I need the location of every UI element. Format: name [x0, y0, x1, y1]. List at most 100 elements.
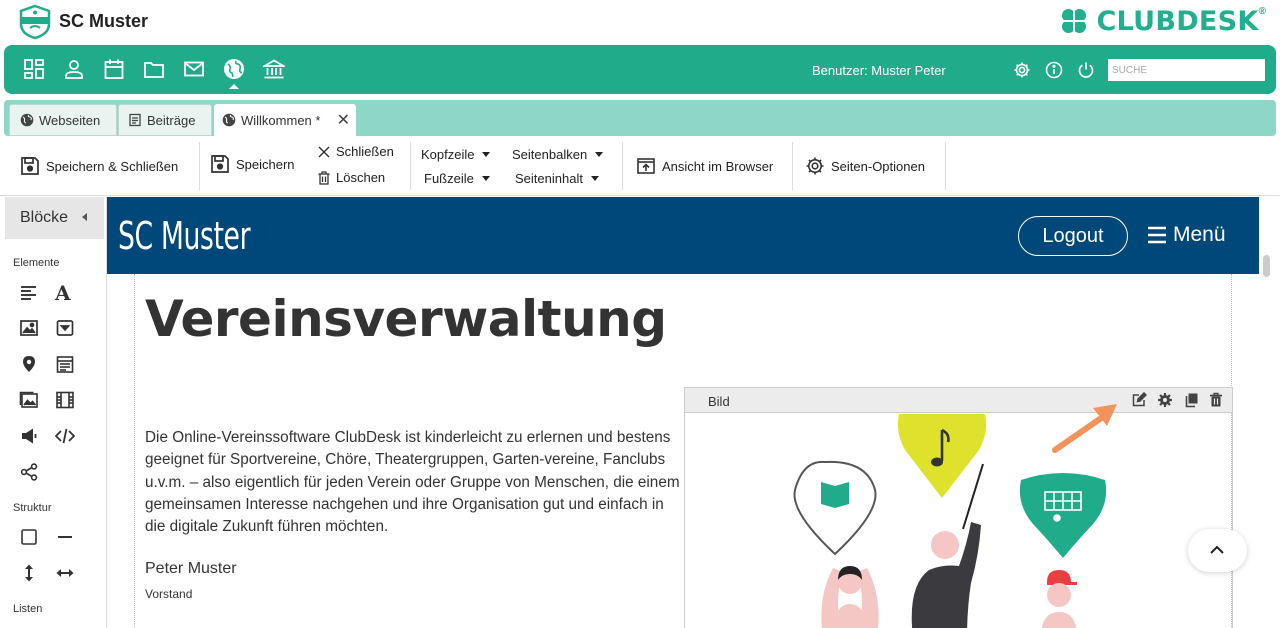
- document-icon: [129, 113, 141, 127]
- external-view-icon: [637, 158, 655, 174]
- page-heading[interactable]: Vereinsverwaltung: [145, 290, 667, 348]
- footer-label: Fußzeile: [424, 171, 474, 186]
- trash-icon[interactable]: [1208, 392, 1224, 408]
- edit-icon[interactable]: [1131, 391, 1148, 408]
- text-align-icon[interactable]: [19, 283, 39, 303]
- dropdown-icon[interactable]: [55, 318, 75, 338]
- sidebar-label: Seitenbalken: [512, 147, 588, 162]
- mail-icon[interactable]: [183, 58, 205, 80]
- share-icon[interactable]: [19, 462, 39, 482]
- delete-button[interactable]: Löschen: [317, 170, 385, 185]
- save-icon: [211, 155, 229, 173]
- hamburger-icon: [1148, 226, 1166, 244]
- horizontal-line-icon[interactable]: [55, 527, 75, 547]
- power-icon[interactable]: [1077, 61, 1095, 79]
- tab-label: Beiträge: [147, 112, 196, 128]
- settings-icon[interactable]: [1157, 392, 1173, 408]
- font-icon[interactable]: A: [55, 281, 75, 305]
- save-icon: [21, 157, 39, 175]
- player-cap: [1047, 570, 1077, 585]
- separator: [945, 142, 946, 190]
- author-role[interactable]: Vorstand: [145, 587, 192, 601]
- page-options-button[interactable]: Seiten-Optionen: [805, 156, 925, 176]
- folder-icon[interactable]: [143, 58, 165, 80]
- page-content-dropdown[interactable]: Seiteninhalt: [515, 171, 599, 186]
- tab-beitraege[interactable]: Beiträge: [118, 104, 212, 136]
- active-indicator: [229, 84, 239, 89]
- logout-button[interactable]: Logout: [1018, 216, 1128, 256]
- save-close-label: Speichern & Schließen: [46, 158, 179, 174]
- box-icon[interactable]: [19, 527, 39, 547]
- image-block-label: Bild: [708, 394, 730, 409]
- code-icon[interactable]: [54, 426, 76, 446]
- image-block[interactable]: Bild: [684, 387, 1233, 628]
- save-button[interactable]: Speichern: [210, 154, 295, 174]
- map-pin-icon[interactable]: [19, 354, 39, 374]
- close-tab-icon[interactable]: ✕: [337, 110, 350, 129]
- search-input[interactable]: [1108, 59, 1265, 81]
- vertical-spacer-icon[interactable]: [19, 563, 39, 583]
- dashboard-icon[interactable]: [23, 58, 45, 80]
- section-elements: Elemente: [13, 257, 60, 269]
- gallery-icon[interactable]: [19, 390, 39, 410]
- collapse-icon[interactable]: [82, 213, 87, 221]
- globe-icon[interactable]: [223, 58, 245, 80]
- tab-willkommen[interactable]: Willkommen * ✕: [214, 104, 356, 136]
- baton: [962, 463, 984, 530]
- tab-webseiten[interactable]: Webseiten: [9, 104, 117, 136]
- user-label: Benutzer: Muster Peter: [812, 63, 946, 78]
- chevron-up-icon: [1210, 545, 1224, 554]
- section-structure: Struktur: [13, 502, 52, 514]
- chevron-down-icon: [590, 176, 599, 181]
- globe-icon: [20, 113, 34, 127]
- scroll-to-top-button[interactable]: [1188, 529, 1247, 572]
- bank-icon[interactable]: [261, 58, 287, 80]
- info-icon[interactable]: [1045, 61, 1063, 79]
- chevron-down-icon: [595, 152, 604, 157]
- image-icon[interactable]: [19, 318, 39, 338]
- sidebar-dropdown[interactable]: Seitenbalken: [512, 147, 604, 162]
- separator: [410, 142, 411, 190]
- blocks-header[interactable]: Blöcke: [5, 197, 104, 239]
- close-button[interactable]: Schließen: [317, 144, 394, 159]
- player-head: [1047, 583, 1071, 607]
- section-lists: Listen: [13, 603, 43, 615]
- gear-icon: [806, 157, 824, 175]
- header-dropdown[interactable]: Kopfzeile: [421, 147, 491, 162]
- singer-body: [833, 604, 867, 628]
- footer-dropdown[interactable]: Fußzeile: [424, 171, 490, 186]
- editor-toolbar: Speichern & Schließen Speichern Schließe…: [0, 136, 1280, 196]
- tab-label: Webseiten: [39, 112, 101, 128]
- brand-registered: ®: [1258, 5, 1266, 17]
- film-icon[interactable]: [55, 390, 75, 410]
- tab-label: Willkommen *: [241, 112, 321, 128]
- gear-icon[interactable]: [1013, 61, 1031, 79]
- save-close-button[interactable]: Speichern & Schließen: [20, 156, 178, 176]
- separator: [622, 142, 623, 190]
- close-label: Schließen: [336, 144, 394, 159]
- megaphone-icon[interactable]: [19, 426, 39, 446]
- club-illustration: [793, 414, 1107, 628]
- scroll-thumb[interactable]: [1263, 255, 1270, 277]
- conductor-head: [931, 531, 959, 559]
- menu-button[interactable]: Menü: [1147, 223, 1226, 247]
- intro-paragraph[interactable]: Die Online-Vereinssoftware ClubDesk ist …: [145, 427, 680, 538]
- canvas-scrollbar[interactable]: [1259, 197, 1280, 628]
- separator: [792, 142, 793, 190]
- separator: [199, 142, 200, 190]
- author-name[interactable]: Peter Muster: [145, 560, 237, 578]
- chevron-down-icon: [481, 176, 490, 181]
- player-body: [1041, 612, 1077, 628]
- globe-icon: [222, 113, 236, 127]
- delete-label: Löschen: [336, 170, 386, 185]
- person-icon[interactable]: [63, 58, 85, 80]
- copy-icon[interactable]: [1183, 392, 1199, 408]
- page-content-label: Seiteninhalt: [515, 171, 583, 186]
- view-in-browser-button[interactable]: Ansicht im Browser: [636, 156, 773, 176]
- horizontal-spacer-icon[interactable]: [55, 563, 75, 583]
- calendar-list-icon[interactable]: [55, 354, 75, 374]
- site-title[interactable]: SC Muster: [118, 214, 251, 258]
- calendar-icon[interactable]: [103, 58, 125, 80]
- header-label: Kopfzeile: [421, 147, 475, 162]
- image-block-toolbar: Bild: [685, 388, 1232, 413]
